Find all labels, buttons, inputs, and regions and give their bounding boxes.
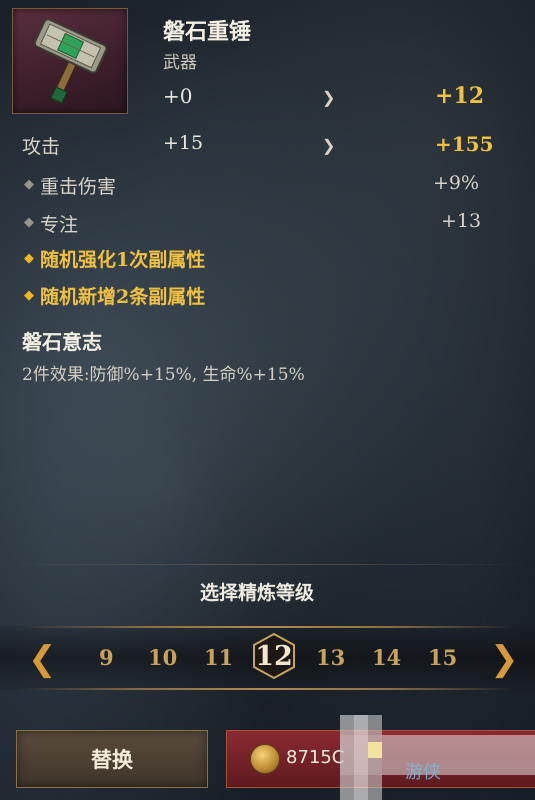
- refine-level-label: 选择精炼等级: [200, 582, 315, 604]
- attack-label: 攻击: [22, 136, 61, 158]
- chevron-left-icon[interactable]: ❮: [28, 642, 57, 676]
- attack-target: +155: [435, 132, 494, 156]
- replace-button[interactable]: 替换: [16, 730, 208, 788]
- diamond-icon: ◆: [24, 288, 34, 303]
- item-icon-frame[interactable]: [12, 8, 128, 114]
- level-option-9[interactable]: 9: [99, 645, 114, 670]
- level-option-12-selected[interactable]: 12: [250, 632, 298, 680]
- watermark-text: 游侠: [405, 762, 441, 783]
- hammer-icon: [33, 18, 108, 104]
- level-option-10[interactable]: 10: [148, 645, 177, 670]
- substat-label: 重击伤害: [40, 176, 117, 198]
- level-option-14[interactable]: 14: [372, 645, 401, 670]
- set-bonus-title: 磐石意志: [22, 330, 102, 354]
- diamond-icon: ◆: [24, 215, 34, 230]
- chevron-right-icon: ❯: [322, 136, 336, 155]
- substat-value: +9%: [433, 172, 480, 194]
- refine-cost: 8715C: [286, 747, 345, 768]
- item-name: 磐石重锤: [163, 19, 252, 45]
- set-bonus-description: 2件效果:防御%+15%, 生命%+15%: [22, 365, 305, 385]
- divider: [0, 564, 535, 565]
- chevron-right-icon[interactable]: ❯: [490, 642, 519, 676]
- substat-value: +13: [441, 210, 482, 232]
- diamond-icon: ◆: [24, 177, 34, 192]
- attack-current: +15: [163, 132, 204, 154]
- watermark-block: [368, 742, 382, 758]
- level-option-11[interactable]: 11: [204, 645, 233, 670]
- level-option-15[interactable]: 15: [428, 645, 457, 670]
- diamond-icon: ◆: [24, 251, 34, 266]
- substat-label: 专注: [40, 214, 79, 236]
- item-type: 武器: [163, 53, 197, 73]
- ornament-line: [20, 626, 515, 628]
- ornament-line: [20, 688, 515, 690]
- level-current: +0: [163, 84, 193, 108]
- level-selected-value: 12: [255, 640, 293, 672]
- level-target: +12: [435, 83, 485, 109]
- level-option-13[interactable]: 13: [316, 645, 345, 670]
- chevron-right-icon: ❯: [322, 88, 336, 107]
- bonus-text: 随机新增2条副属性: [40, 286, 206, 308]
- coin-icon: [250, 744, 280, 774]
- bonus-text: 随机强化1次副属性: [40, 249, 206, 271]
